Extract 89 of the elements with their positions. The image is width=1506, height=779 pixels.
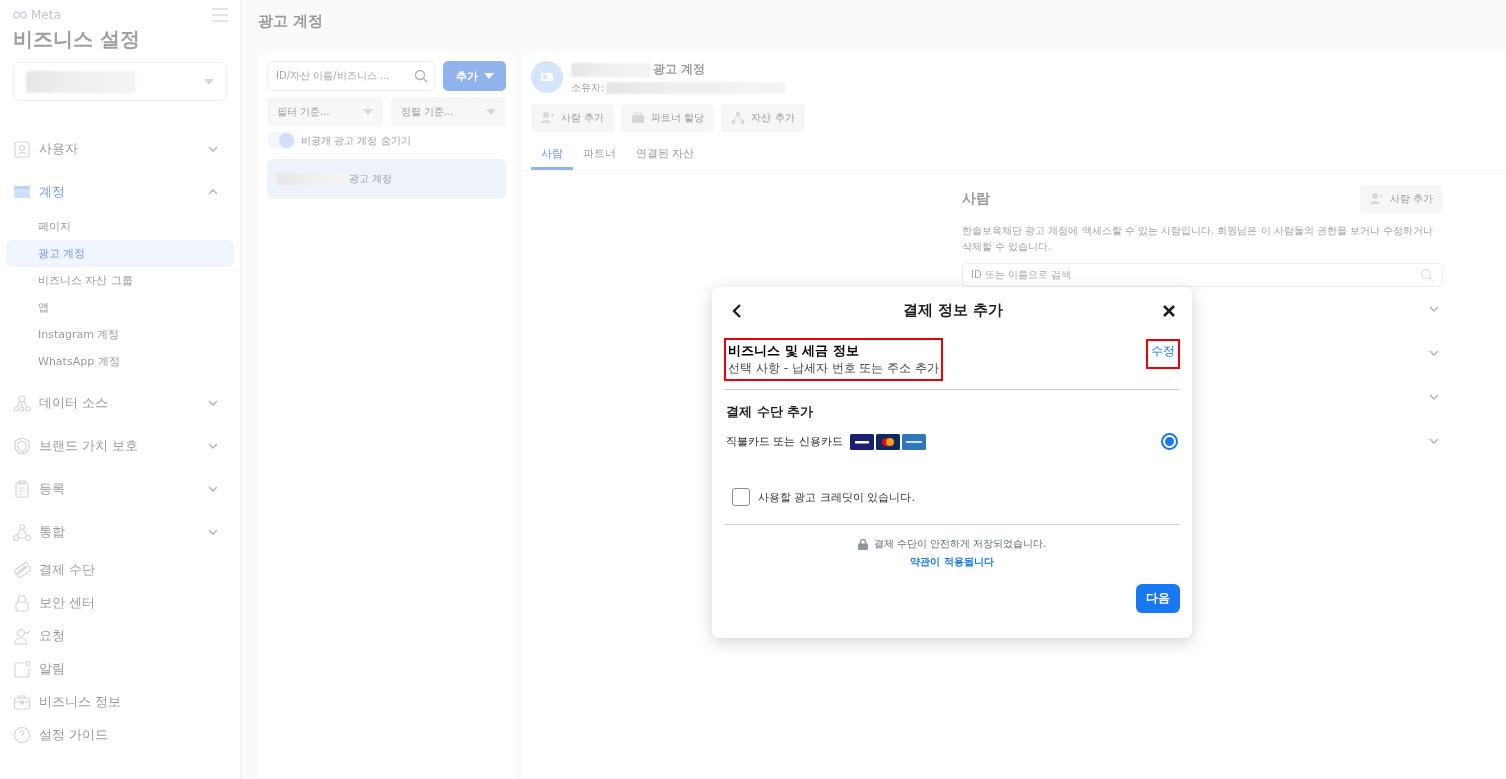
infinity-logo-icon [12, 8, 28, 22]
chevron-down-icon [208, 399, 218, 406]
account-item[interactable]: 광고 계정 [267, 159, 506, 199]
sidebar-subitem[interactable]: 앱 [6, 294, 234, 321]
option-label: 직불카드 또는 신용카드 [726, 434, 843, 449]
id-badge-icon [13, 139, 31, 158]
sidebar-item[interactable]: 결제 수단 [6, 553, 234, 586]
close-icon[interactable] [1162, 303, 1176, 318]
sidebar-subitem[interactable]: 페이지 [6, 213, 234, 240]
tab[interactable]: 연결된 자산 [626, 141, 705, 170]
add-button[interactable]: 추가 [443, 61, 506, 91]
sidebar-item[interactable]: 알림 [6, 652, 234, 685]
nodes-icon [13, 522, 31, 541]
briefcase-icon [631, 111, 646, 125]
lock-icon [13, 593, 31, 612]
caret-icon [204, 78, 214, 85]
search-icon [414, 69, 428, 83]
credit-card-icon [13, 560, 31, 579]
checkbox[interactable] [732, 488, 750, 506]
section-title: 결제 수단 추가 [726, 403, 815, 421]
tab[interactable]: 사람 [531, 141, 573, 170]
brand-name: Meta [31, 8, 61, 22]
caret-icon [362, 108, 373, 115]
caret-icon [486, 108, 496, 115]
sidebar-subitem[interactable]: 비즈니스 자산 그룹 [6, 267, 234, 294]
sidebar-item[interactable]: 브랜드 가치 보호 [6, 424, 234, 467]
toggle-label: 비공개 광고 계정 숨기기 [301, 133, 411, 148]
network-icon [13, 393, 31, 412]
sidebar-item[interactable]: 보안 센터 [6, 586, 234, 619]
dropdown[interactable]: 필터 기준... [267, 97, 383, 126]
shield-icon [13, 436, 31, 455]
back-icon[interactable] [730, 303, 744, 318]
action-button[interactable]: 사람 추가 [531, 104, 615, 132]
person-add-icon [1369, 192, 1384, 206]
sidebar-item[interactable]: 통합 [6, 510, 234, 553]
sidebar-subitem[interactable]: Instagram 계정 [6, 321, 234, 348]
account-name: 광고 계정 [349, 172, 393, 186]
sidebar-item[interactable]: 등록 [6, 467, 234, 510]
search-field[interactable]: ID 또는 이름으로 검색 [962, 263, 1443, 287]
card-logo-icon [876, 433, 900, 450]
ad-icon [540, 70, 554, 84]
chevron-down-icon [208, 145, 218, 152]
chevron-down-icon [208, 528, 218, 535]
settings-title: 비즈니스 설정 [12, 26, 141, 53]
menu-icon [212, 8, 228, 22]
dropdown[interactable]: 정렬 기준... [390, 97, 506, 126]
sidebar-subitem[interactable]: WhatsApp 계정 [6, 348, 234, 375]
action-button[interactable]: 파트너 할당 [621, 104, 715, 132]
terms-link[interactable]: 약관이 적용됩니다 [910, 555, 994, 569]
caret-icon [483, 73, 494, 79]
action-button[interactable]: 자산 추가 [721, 104, 805, 132]
toggle-switch[interactable] [267, 132, 295, 149]
sidebar-item[interactable]: 비즈니스 정보 [6, 685, 234, 718]
notification-icon [13, 659, 31, 678]
account-title: 광고 계정 [653, 61, 706, 78]
secure-note: 결제 수단이 안전하게 저장되었습니다. [873, 537, 1047, 551]
person-add-icon [541, 111, 555, 125]
chevron-down-icon [208, 485, 218, 492]
dialog-title: 결제 정보 추가 [902, 301, 1004, 320]
section-subtitle: 선택 사항 - 납세자 번호 또는 주소 추가 [728, 360, 940, 377]
card-logo-icon [902, 433, 926, 450]
section-title: 사람 [962, 190, 990, 208]
edit-link[interactable]: 수정 [1146, 339, 1180, 369]
next-button[interactable]: 다음 [1136, 584, 1180, 613]
search-icon [1420, 268, 1434, 282]
description-text: 한솔보육재단 광고 계정에 액세스할 수 있는 사람입니다. 회원님은 이 사람들의 권한을 보거나 수정하거나 삭제할 수 있습니다. [962, 224, 1435, 254]
sidebar-item[interactable]: 요청 [6, 619, 234, 652]
person-check-icon [13, 626, 31, 645]
sidebar-item[interactable]: 계정 [6, 170, 234, 213]
section-title: 비즈니스 및 세금 정보 [728, 342, 860, 360]
tab[interactable]: 파트너 [573, 141, 626, 170]
briefcase-icon [13, 692, 31, 711]
owner-label: 소유자: [571, 81, 605, 95]
checkbox-label: 사용할 광고 크레딧이 있습니다. [758, 489, 915, 505]
sidebar-subitem[interactable]: 광고 계정 [6, 240, 234, 267]
lock-icon [857, 538, 868, 550]
card-logo-icon [850, 433, 874, 450]
sidebar-item[interactable]: 데이터 소스 [6, 381, 234, 424]
sidebar-item[interactable]: 설정 가이드 [6, 718, 234, 751]
nodes-icon [731, 111, 746, 125]
radio-button[interactable] [1161, 433, 1178, 450]
chevron-up-icon [208, 188, 218, 195]
sidebar-item[interactable]: 사용자 [6, 127, 234, 170]
clipboard-icon [13, 479, 31, 498]
chevron-down-icon [208, 442, 218, 449]
search-field[interactable]: ID/자산 이름/비즈니스 ... [267, 61, 435, 91]
page-title: 광고 계정 [258, 12, 325, 32]
help-icon [13, 725, 31, 744]
add-person-button[interactable]: 사람 추가 [1359, 185, 1443, 213]
